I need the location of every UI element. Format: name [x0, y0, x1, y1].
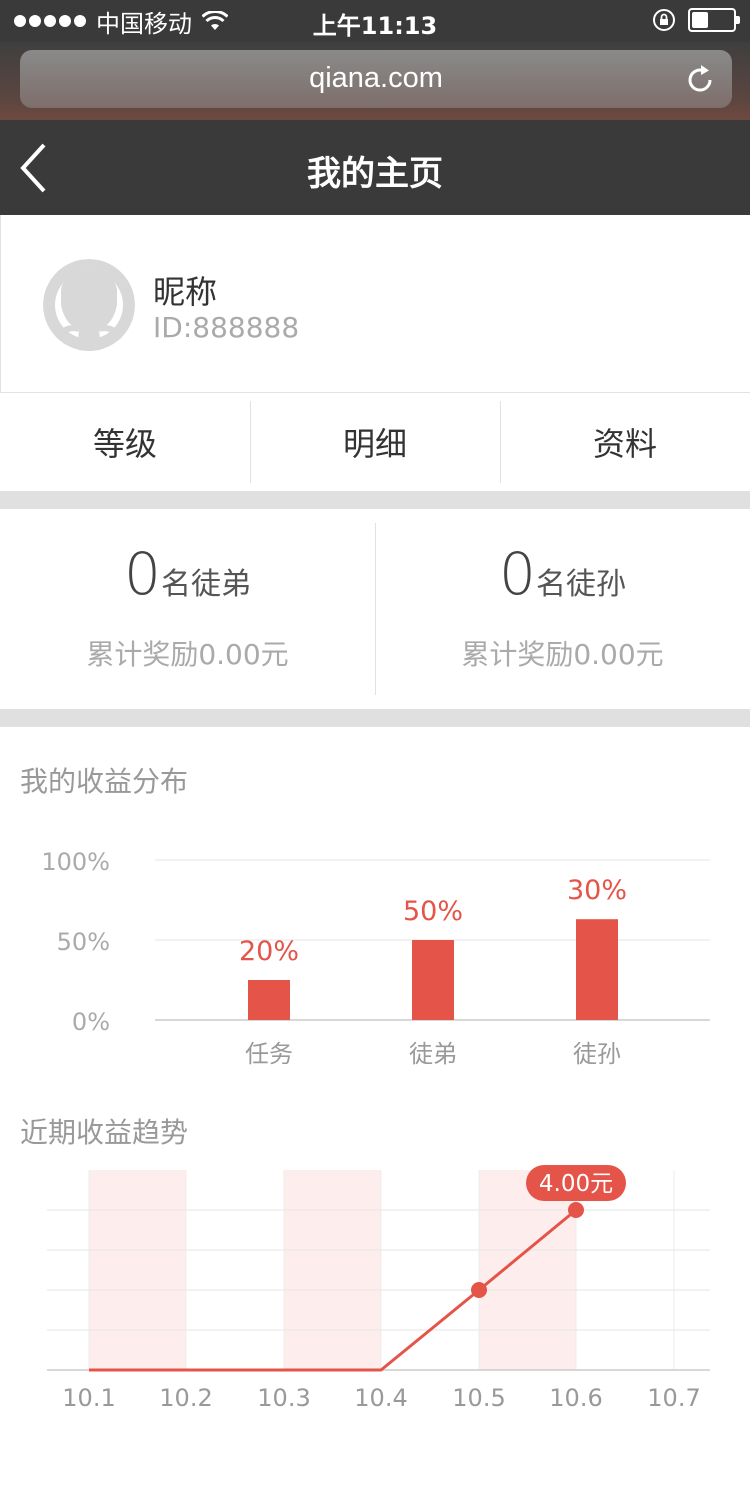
y-tick-label: 0% — [72, 1008, 110, 1036]
data-point — [568, 1202, 584, 1218]
trend-title: 近期收益趋势 — [20, 1116, 189, 1149]
status-bar: 中国移动 上午11:13 — [0, 0, 750, 42]
x-tick-label: 10.2 — [159, 1384, 212, 1412]
x-tick-label: 徒孙 — [573, 1040, 621, 1068]
income-distribution-chart: 0% 50% 100% 20% 任务 50% 徒弟 30% 徒孙 — [41, 848, 710, 1068]
data-point — [471, 1282, 487, 1298]
distribution-title: 我的收益分布 — [20, 765, 189, 798]
url-text: qiana.com — [309, 62, 443, 94]
x-tick-label: 10.4 — [354, 1384, 407, 1412]
profile-tabs: 等级 明细 资料 — [0, 393, 750, 491]
bar-data-label: 20% — [239, 936, 299, 967]
section-divider — [0, 491, 750, 509]
tab-details[interactable]: 明细 — [250, 393, 500, 491]
disciples-label: 名徒弟 — [160, 567, 251, 602]
shaded-band — [89, 1170, 186, 1370]
bar-1 — [412, 940, 454, 1020]
status-bar-right — [652, 8, 740, 32]
x-tick-label: 10.1 — [62, 1384, 115, 1412]
bar-2 — [576, 919, 618, 1020]
grand-disciples-stat[interactable]: 0 名徒孙 累计奖励0.00元 — [375, 509, 750, 709]
page-title: 我的主页 — [307, 154, 443, 194]
tab-profile-info[interactable]: 资料 — [500, 393, 750, 491]
orientation-lock-icon — [653, 9, 675, 31]
income-trend-chart: 4.00元 10.1 10.2 10.3 10.4 10.5 10.6 10.7 — [47, 1165, 710, 1412]
x-tick-label: 10.5 — [452, 1384, 505, 1412]
tooltip-label: 4.00元 — [539, 1171, 613, 1197]
bar-0 — [248, 980, 290, 1020]
grand-disciples-reward: 累计奖励0.00元 — [461, 638, 664, 671]
disciples-reward: 累计奖励0.00元 — [86, 638, 289, 671]
shaded-band — [284, 1170, 381, 1370]
reload-icon[interactable] — [686, 62, 716, 94]
x-tick-label: 10.7 — [647, 1384, 700, 1412]
avatar[interactable] — [43, 259, 135, 351]
address-bar[interactable]: qiana.com — [20, 50, 732, 108]
x-tick-label: 徒弟 — [409, 1040, 457, 1068]
x-tick-label: 任务 — [245, 1040, 293, 1068]
disciples-count: 0 — [124, 540, 161, 608]
y-tick-label: 50% — [57, 928, 110, 956]
battery-icon — [688, 8, 740, 32]
grand-disciples-count: 0 — [499, 540, 536, 608]
y-tick-label: 100% — [41, 848, 110, 876]
battery-fill — [692, 12, 708, 28]
profile-card: 昵称 ID:888888 — [0, 215, 750, 393]
nav-bar: 我的主页 — [0, 120, 750, 215]
x-tick-label: 10.3 — [257, 1384, 310, 1412]
status-time: 上午11:13 — [312, 12, 438, 40]
user-id: ID:888888 — [153, 311, 300, 344]
grand-disciples-label: 名徒孙 — [535, 567, 626, 602]
bar-data-label: 50% — [403, 896, 463, 927]
stats-panel: 0 名徒弟 累计奖励0.00元 0 名徒孙 累计奖励0.00元 — [0, 509, 750, 709]
tab-level[interactable]: 等级 — [0, 393, 250, 491]
x-tick-label: 10.6 — [549, 1384, 602, 1412]
bar-data-label: 30% — [567, 875, 627, 906]
nickname: 昵称 — [153, 273, 218, 311]
browser-address-area: qiana.com — [0, 42, 750, 120]
section-divider — [0, 709, 750, 727]
disciples-stat[interactable]: 0 名徒弟 累计奖励0.00元 — [0, 509, 375, 709]
